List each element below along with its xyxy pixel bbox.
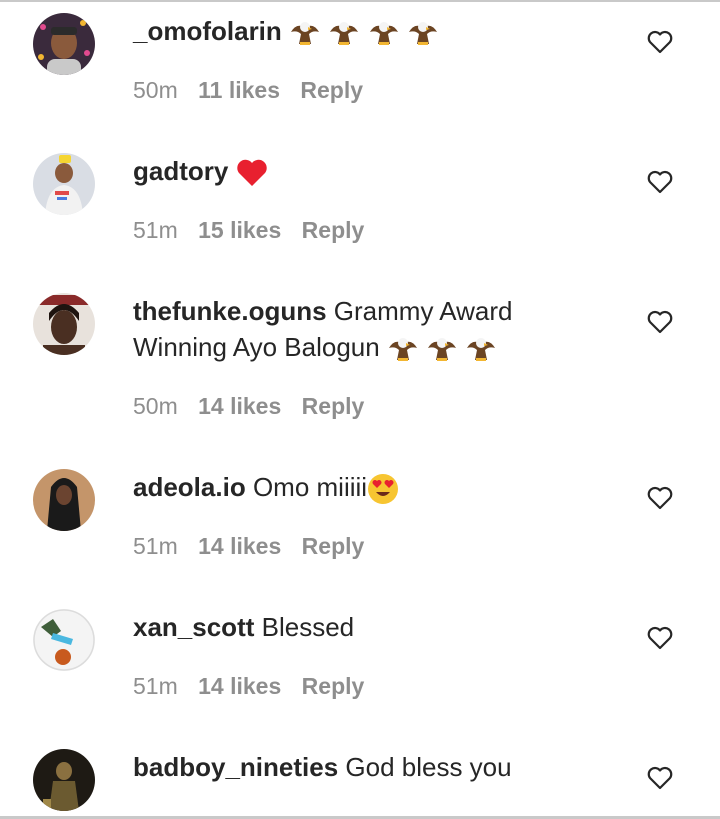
comment-meta: 51m 14 likes Reply: [133, 532, 378, 560]
eagle-icon: [291, 22, 320, 46]
avatar[interactable]: [33, 469, 95, 531]
comment-time: 50m: [133, 393, 178, 419]
comment-meta: 50m 14 likes Reply: [133, 392, 378, 420]
comment-username[interactable]: badboy_nineties: [133, 752, 338, 782]
comment-username[interactable]: gadtory: [133, 156, 228, 186]
comment-meta: 51m 14 likes Reply: [133, 672, 378, 700]
like-heart-icon[interactable]: [647, 30, 673, 54]
eagle-icon: [330, 22, 359, 46]
comment-time: 51m: [133, 533, 178, 559]
eagle-icon: [428, 338, 457, 362]
comment-username[interactable]: adeola.io: [133, 472, 246, 502]
eagle-icon: [408, 22, 437, 46]
like-heart-icon[interactable]: [647, 766, 673, 790]
comment-likes[interactable]: 14 likes: [198, 533, 281, 559]
eagle-icon: [369, 22, 398, 46]
avatar[interactable]: [33, 13, 95, 75]
comment-text: xan_scott Blessed: [133, 609, 573, 645]
comment-body: Blessed: [261, 612, 355, 642]
comment-body: God bless you: [345, 752, 512, 782]
comment-likes[interactable]: 14 likes: [198, 673, 281, 699]
comment-username[interactable]: _omofolarin: [133, 16, 282, 46]
avatar[interactable]: [33, 153, 95, 215]
avatar[interactable]: [33, 749, 95, 811]
reply-button[interactable]: Reply: [302, 533, 365, 559]
eagle-icon: [388, 338, 417, 362]
reply-button[interactable]: Reply: [302, 217, 365, 243]
eagle-icon: [467, 338, 496, 362]
comment-time: 50m: [133, 77, 178, 103]
reply-button[interactable]: Reply: [300, 77, 363, 103]
comment-body: Omo miiiii: [252, 472, 368, 502]
like-heart-icon[interactable]: [647, 486, 673, 510]
comment-meta: 50m 11 likes Reply: [133, 76, 377, 104]
comment-time: 51m: [133, 673, 178, 699]
red-heart-icon: [236, 159, 267, 187]
avatar[interactable]: [33, 609, 95, 671]
comment-likes[interactable]: 11 likes: [198, 77, 280, 103]
eagle-emoji-group: [289, 16, 439, 46]
comment-likes[interactable]: 14 likes: [198, 393, 281, 419]
comment-text: _omofolarin: [133, 13, 573, 49]
eagle-emoji-group: [380, 332, 498, 362]
comment-text: gadtory: [133, 153, 573, 189]
like-heart-icon[interactable]: [647, 626, 673, 650]
comment-text: adeola.io Omo miiiii: [133, 469, 573, 505]
comment-meta: 51m 15 likes Reply: [133, 216, 378, 244]
comment-username[interactable]: thefunke.oguns: [133, 296, 327, 326]
reply-button[interactable]: Reply: [302, 673, 365, 699]
like-heart-icon[interactable]: [647, 170, 673, 194]
avatar[interactable]: [33, 293, 95, 355]
reply-button[interactable]: Reply: [302, 393, 365, 419]
like-heart-icon[interactable]: [647, 310, 673, 334]
comment-likes[interactable]: 15 likes: [198, 217, 281, 243]
comment-username[interactable]: xan_scott: [133, 612, 254, 642]
top-divider: [0, 0, 720, 2]
comment-text: thefunke.oguns Grammy Award Winning Ayo …: [133, 293, 573, 365]
comment-text: badboy_nineties God bless you: [133, 749, 573, 785]
heart-eyes-emoji-icon: [368, 474, 399, 505]
comment-time: 51m: [133, 217, 178, 243]
